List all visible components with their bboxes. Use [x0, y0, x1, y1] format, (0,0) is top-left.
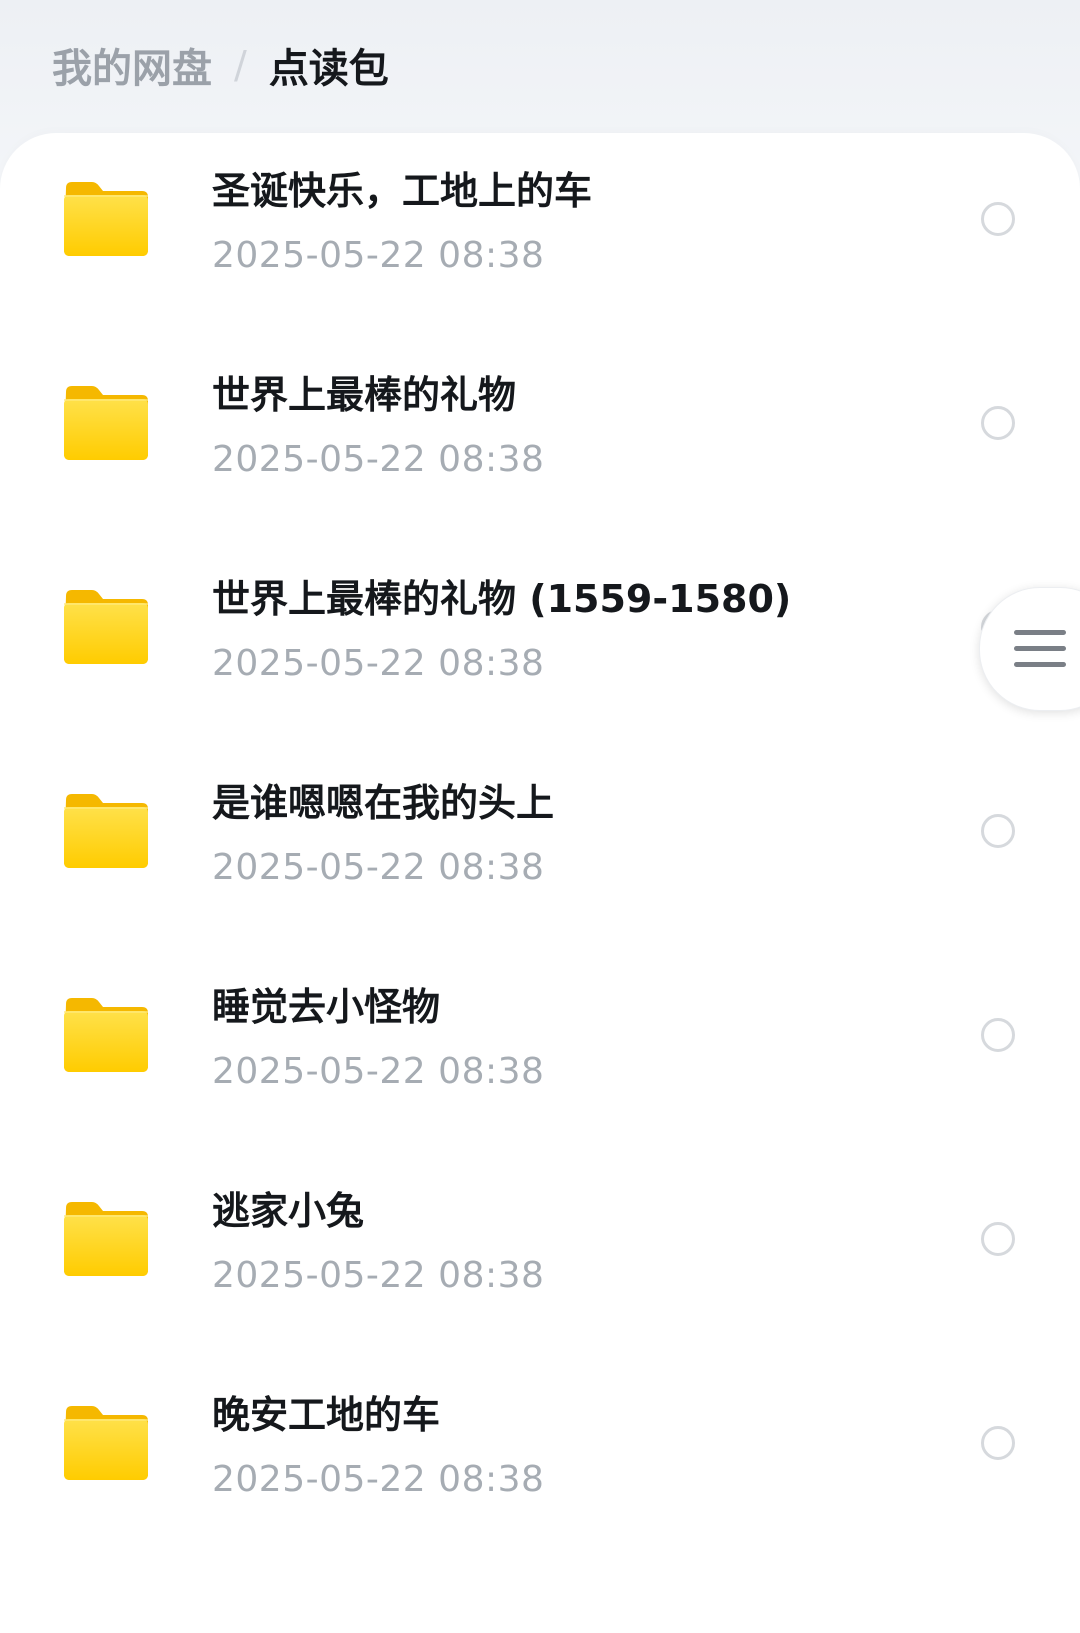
folder-date: 2025-05-22 08:38 — [212, 847, 545, 888]
folder-name: 睡觉去小怪物 — [212, 985, 441, 1029]
folder-date: 2025-05-22 08:38 — [212, 439, 545, 480]
breadcrumb: 我的网盘 / 点读包 — [52, 30, 389, 100]
folder-date: 2025-05-22 08:38 — [212, 643, 545, 684]
folder-row[interactable]: 世界上最棒的礼物 2025-05-22 08:38 — [0, 318, 1080, 522]
folder-name: 世界上最棒的礼物 — [212, 373, 517, 417]
folder-name: 是谁嗯嗯在我的头上 — [212, 781, 555, 825]
folder-icon — [62, 1200, 150, 1278]
folder-row[interactable]: 逃家小兔 2025-05-22 08:38 — [0, 1134, 1080, 1338]
select-radio[interactable] — [981, 1222, 1015, 1256]
folder-icon — [62, 588, 150, 666]
folder-date: 2025-05-22 08:38 — [212, 235, 545, 276]
breadcrumb-root-link[interactable]: 我的网盘 — [52, 36, 212, 94]
select-radio[interactable] — [981, 814, 1015, 848]
breadcrumb-separator: / — [234, 43, 247, 87]
folder-icon — [62, 180, 150, 258]
select-radio[interactable] — [981, 202, 1015, 236]
folder-icon — [62, 792, 150, 870]
folder-name: 世界上最棒的礼物 (1559-1580) — [212, 577, 792, 621]
breadcrumb-current: 点读包 — [268, 46, 389, 92]
folder-row[interactable]: 晚安工地的车 2025-05-22 08:38 — [0, 1338, 1080, 1542]
folder-row[interactable]: 睡觉去小怪物 2025-05-22 08:38 — [0, 930, 1080, 1134]
folder-name: 晚安工地的车 — [212, 1393, 441, 1437]
folder-icon — [62, 1404, 150, 1482]
folder-icon — [62, 384, 150, 462]
select-radio[interactable] — [981, 1018, 1015, 1052]
folder-date: 2025-05-22 08:38 — [212, 1459, 545, 1500]
folder-date: 2025-05-22 08:38 — [212, 1255, 545, 1296]
folder-row[interactable]: 圣诞快乐，工地上的车 2025-05-22 08:38 — [0, 114, 1080, 318]
select-radio[interactable] — [981, 1426, 1015, 1460]
folder-icon — [62, 996, 150, 1074]
folder-date: 2025-05-22 08:38 — [212, 1051, 545, 1092]
folder-name: 逃家小兔 — [212, 1189, 365, 1233]
select-radio[interactable] — [981, 406, 1015, 440]
folder-name: 圣诞快乐，工地上的车 — [212, 169, 593, 213]
folder-row[interactable]: 是谁嗯嗯在我的头上 2025-05-22 08:38 — [0, 726, 1080, 930]
folder-row[interactable]: 世界上最棒的礼物 (1559-1580) 2025-05-22 08:38 — [0, 522, 1080, 726]
